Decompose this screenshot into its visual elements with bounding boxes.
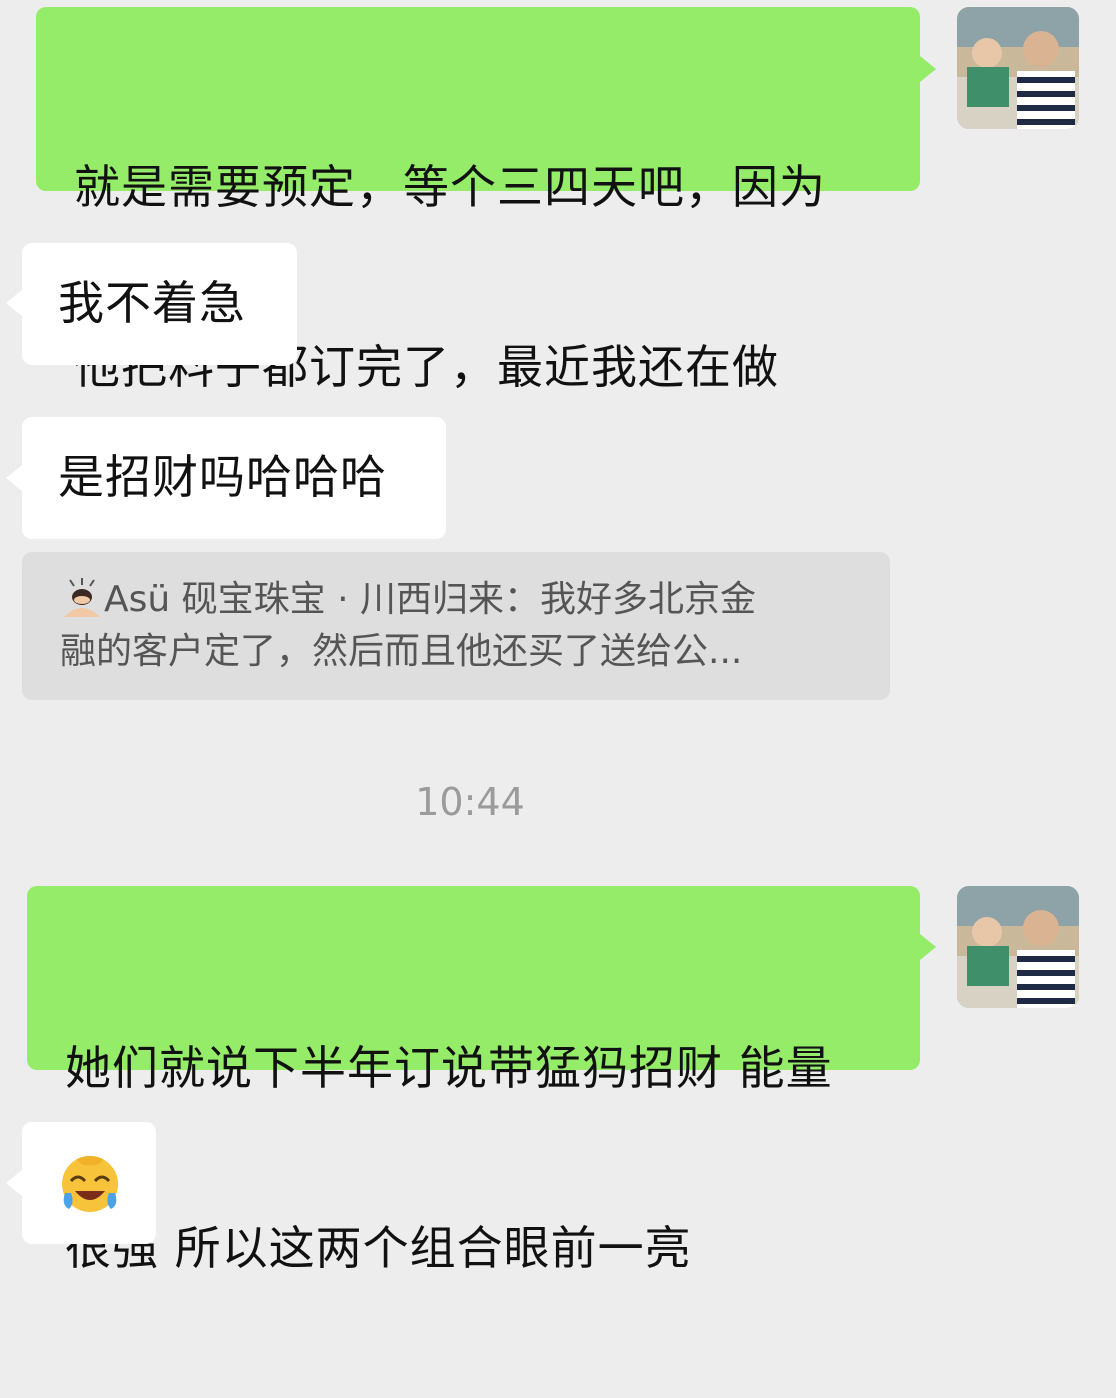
message-line: 就是需要预定，等个三四天吧，因为 — [74, 160, 826, 214]
avatar-photo-icon — [957, 7, 1079, 129]
my-avatar[interactable] — [957, 886, 1079, 1008]
message-text: 她们就说下半年订说带猛犸招财 能量 很强 所以这两个组合眼前一亮 — [65, 918, 920, 1398]
bubble-tail — [920, 934, 936, 960]
received-message-bubble[interactable] — [22, 1122, 156, 1244]
timestamp: 10:44 — [415, 780, 525, 824]
message-text: 是招财吗哈哈哈 — [58, 450, 387, 504]
bubble-tail — [6, 290, 22, 316]
sent-message-bubble[interactable]: 就是需要预定，等个三四天吧，因为 他把料子都订完了，最近我还在做 — [36, 7, 920, 394]
quote-first-line: Asü 砚宝珠宝 · 川西归来：我好多北京金 — [60, 574, 854, 626]
bubble-tail — [6, 1170, 22, 1196]
my-avatar[interactable] — [957, 7, 1079, 129]
quote-text: 我好多北京金 — [540, 579, 757, 620]
laughing-crying-emoji-icon — [62, 1156, 118, 1212]
bubble-tail — [6, 465, 22, 491]
message-text: 我不着急 — [58, 276, 246, 330]
quote-separator: ： — [503, 579, 540, 620]
person-bowing-emoji-icon — [64, 578, 100, 617]
quote-text-line: 融的客户定了，然后而且他还买了送给公... — [60, 631, 743, 672]
received-message-bubble[interactable]: 我不着急 — [22, 243, 297, 365]
message-line: 很强 所以这两个组合眼前一亮 — [65, 1221, 692, 1275]
quoted-message[interactable]: Asü 砚宝珠宝 · 川西归来：我好多北京金 融的客户定了，然后而且他还买了送给… — [22, 552, 890, 700]
sent-message-bubble[interactable]: 她们就说下半年订说带猛犸招财 能量 很强 所以这两个组合眼前一亮 — [27, 886, 920, 1275]
quote-author: Asü 砚宝珠宝 · 川西归来 — [104, 579, 504, 620]
avatar-photo-icon — [957, 886, 1079, 1008]
bubble-tail — [920, 56, 936, 82]
message-line: 她们就说下半年订说带猛犸招财 能量 — [65, 1041, 833, 1095]
received-message-bubble[interactable]: 是招财吗哈哈哈 — [22, 417, 446, 539]
